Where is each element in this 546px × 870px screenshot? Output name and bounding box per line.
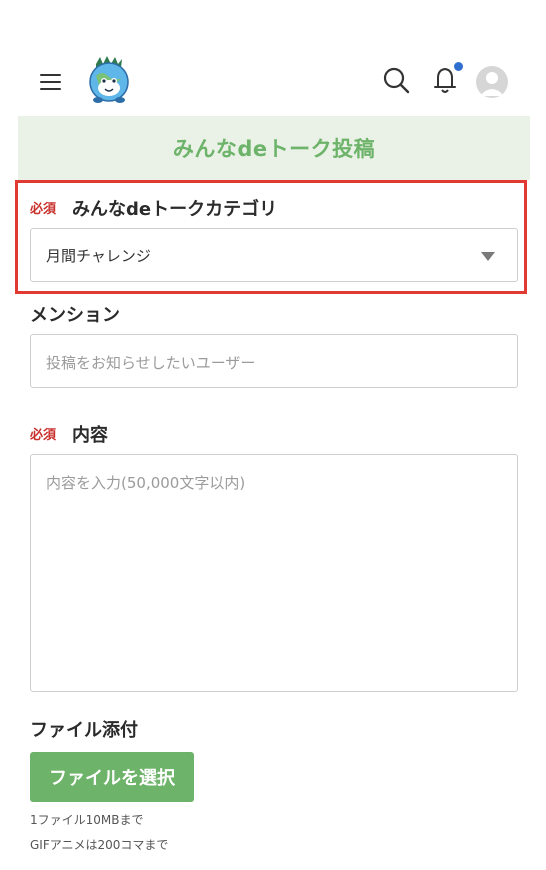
file-size-note: 1ファイル10MBまで xyxy=(30,813,144,827)
user-avatar-icon[interactable] xyxy=(476,66,508,98)
chevron-down-icon xyxy=(481,252,495,261)
search-icon[interactable] xyxy=(380,64,414,98)
content-label: 内容 xyxy=(72,425,108,446)
required-badge: 必須 xyxy=(30,428,57,443)
select-file-button[interactable]: ファイルを選択 xyxy=(30,752,194,802)
notification-dot xyxy=(454,62,463,71)
category-selected-value: 月間チャレンジ xyxy=(46,247,151,265)
page-title-text: みんなdeトーク投稿 xyxy=(172,137,376,161)
mascot-logo[interactable] xyxy=(84,54,134,106)
mention-placeholder: 投稿をお知らせしたいユーザー xyxy=(46,354,256,372)
attachment-label: ファイル添付 xyxy=(30,720,138,741)
content-textarea[interactable]: 内容を入力(50,000文字以内) xyxy=(30,454,518,692)
content-placeholder: 内容を入力(50,000文字以内) xyxy=(46,474,246,492)
category-label: みんなdeトークカテゴリ xyxy=(72,199,278,220)
category-select[interactable]: 月間チャレンジ xyxy=(30,228,518,282)
mention-label: メンション xyxy=(30,305,120,326)
page-title: みんなdeトーク投稿 xyxy=(18,116,530,180)
required-badge: 必須 xyxy=(30,202,57,217)
select-file-button-label: ファイルを選択 xyxy=(49,768,175,789)
hamburger-menu-icon[interactable] xyxy=(34,68,68,96)
gif-frame-note: GIFアニメは200コマまで xyxy=(30,838,169,852)
mention-input[interactable]: 投稿をお知らせしたいユーザー xyxy=(30,334,518,388)
